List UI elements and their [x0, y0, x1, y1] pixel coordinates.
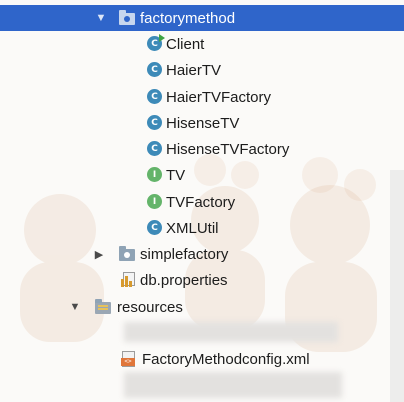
tree-item-resources[interactable]: ▼ resources — [0, 294, 404, 320]
tree-item-tv[interactable]: I TV — [0, 162, 404, 188]
tree-item-simplefactory[interactable]: ▶ simplefactory — [0, 241, 404, 267]
redacted-row — [124, 372, 342, 398]
class-label: XMLUtil — [166, 219, 219, 237]
chevron-down-icon[interactable]: ▼ — [67, 299, 83, 315]
class-label: HaierTVFactory — [166, 88, 272, 106]
class-icon: C — [147, 220, 163, 236]
class-label: Client — [166, 35, 205, 53]
interface-icon: I — [147, 194, 163, 210]
interface-label: TVFactory — [166, 193, 236, 211]
tree-item-haiertv[interactable]: C HaierTV — [0, 57, 404, 83]
properties-file-icon — [121, 272, 137, 288]
tree-item-hisensetv[interactable]: C HisenseTV — [0, 110, 404, 136]
tree-item-factorymethod[interactable]: ▼ factorymethod — [0, 5, 404, 31]
file-label: db.properties — [140, 271, 228, 289]
chevron-right-icon[interactable]: ▶ — [91, 246, 107, 262]
resources-folder-icon — [95, 299, 111, 315]
redacted-row — [124, 322, 338, 342]
tree-item-db-properties[interactable]: db.properties — [0, 267, 404, 293]
tree-item-tvfactory[interactable]: I TVFactory — [0, 189, 404, 215]
package-folder-icon — [119, 10, 135, 26]
class-icon: C — [147, 62, 163, 78]
class-icon: C — [147, 141, 163, 157]
tree-item-factorymethodconfig-xml[interactable]: <> FactoryMethodconfig.xml — [0, 346, 404, 372]
file-label: FactoryMethodconfig.xml — [142, 350, 310, 368]
interface-label: TV — [166, 166, 186, 184]
runnable-class-icon: C — [147, 34, 165, 52]
tree-item-hisensetvfactory[interactable]: C HisenseTVFactory — [0, 136, 404, 162]
class-label: HisenseTVFactory — [166, 140, 290, 158]
class-icon: C — [147, 115, 163, 131]
tree-item-haiertvfactory[interactable]: C HaierTVFactory — [0, 84, 404, 110]
xml-file-icon: <> — [121, 351, 137, 367]
tree-item-xmlutil[interactable]: C XMLUtil — [0, 215, 404, 241]
package-label: simplefactory — [140, 245, 229, 263]
class-label: HisenseTV — [166, 114, 240, 132]
class-label: HaierTV — [166, 61, 222, 79]
chevron-down-icon[interactable]: ▼ — [93, 10, 109, 26]
package-label: factorymethod — [140, 9, 236, 27]
folder-label: resources — [117, 298, 183, 316]
class-icon: C — [147, 89, 163, 105]
tree-item-client[interactable]: C Client — [0, 31, 404, 57]
interface-icon: I — [147, 167, 163, 183]
package-folder-icon — [119, 246, 135, 262]
